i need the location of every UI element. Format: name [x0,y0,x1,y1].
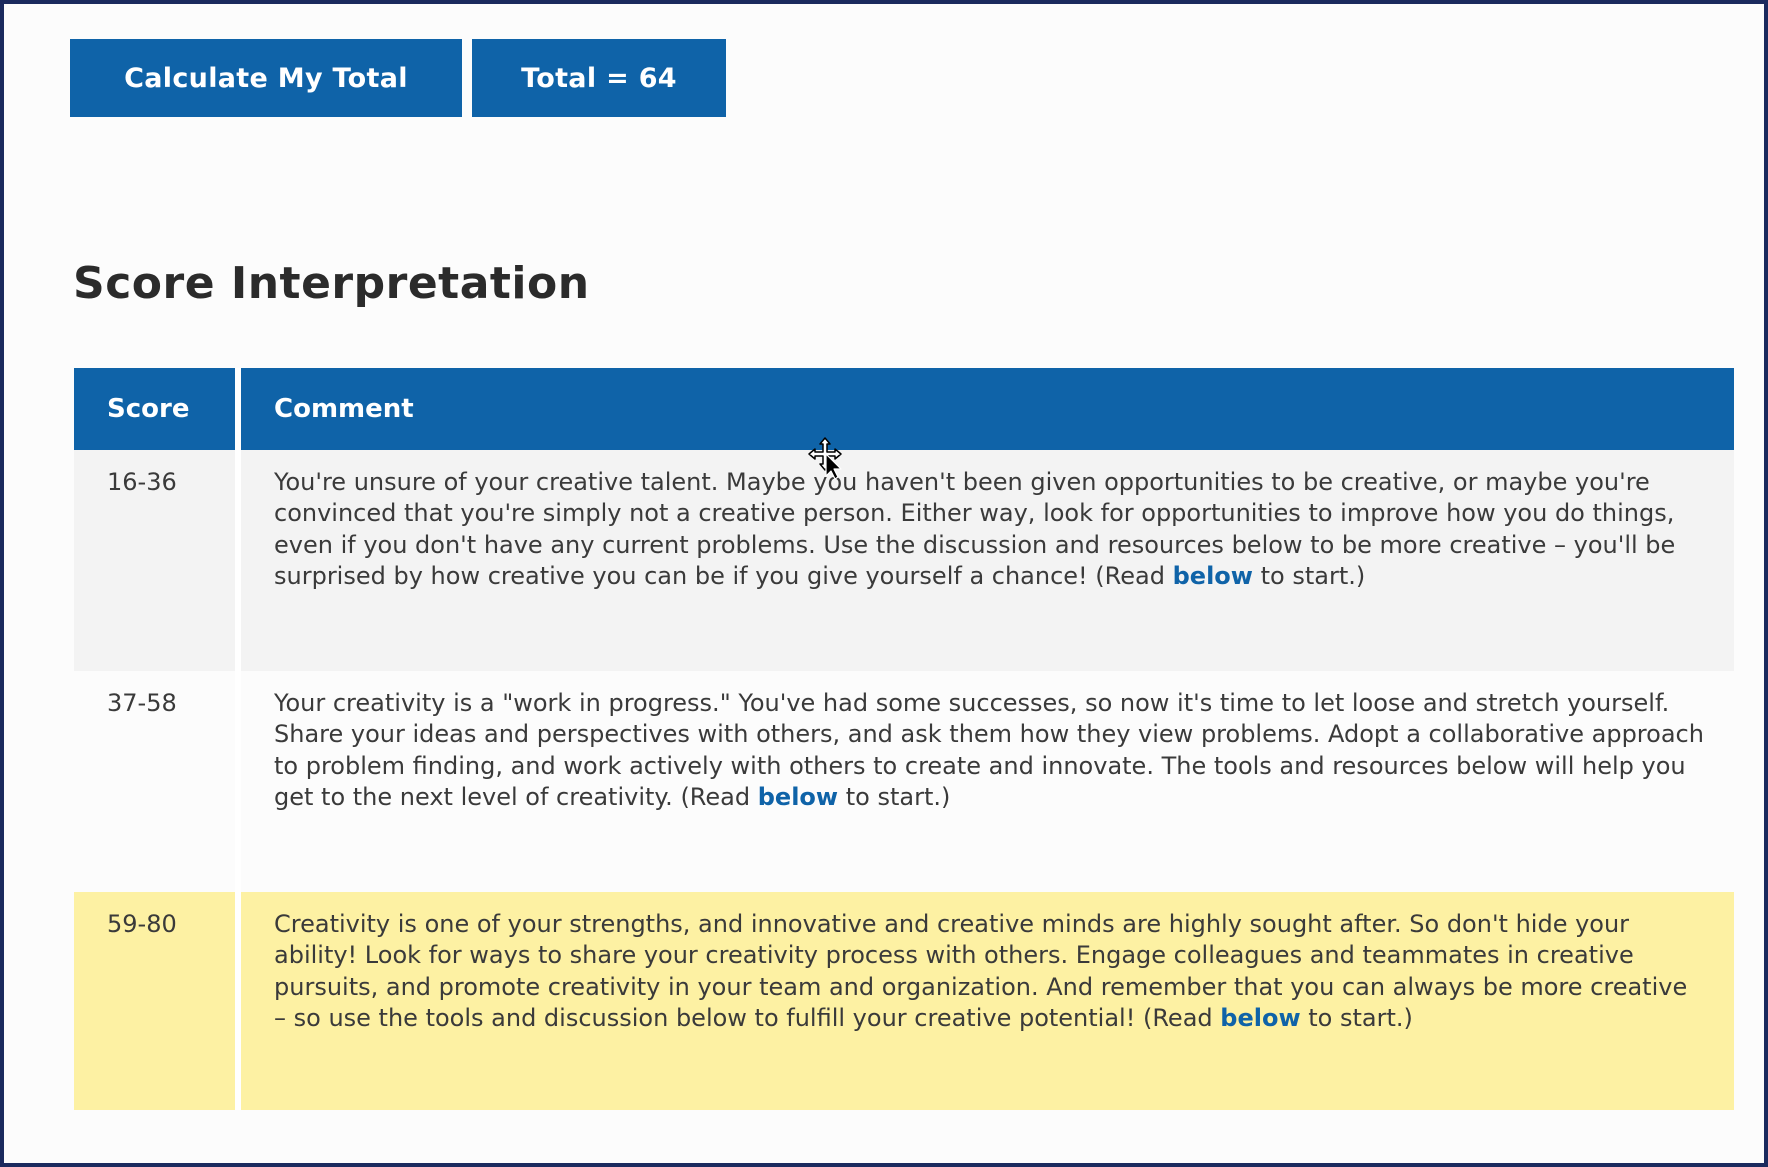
content-frame: Calculate My Total Total = 64 Score Inte… [0,0,1768,1167]
comment-text: Creativity is one of your strengths, and… [274,910,1688,1032]
comment-column-header: Comment [274,394,414,424]
score-table: Score Comment 16-36 You're unsure of you… [74,368,1734,1110]
comment-suffix: to start.) [1308,1003,1413,1032]
below-link[interactable]: below [1173,562,1253,590]
score-range: 59-80 [107,910,177,938]
score-range: 37-58 [107,689,177,717]
calculate-total-button[interactable]: Calculate My Total [70,39,462,117]
score-interpretation-heading: Score Interpretation [73,258,590,309]
below-link[interactable]: below [758,783,838,811]
comment-suffix: to start.) [845,782,951,811]
table-row: 16-36 You're unsure of your creative tal… [74,450,1734,671]
comment-cell: Your creativity is a "work in progress."… [241,671,1734,892]
table-row: 37-58 Your creativity is a "work in prog… [74,671,1734,892]
comment-text: You're unsure of your creative talent. M… [274,468,1676,590]
comment-cell: You're unsure of your creative talent. M… [241,450,1734,671]
comment-text: Your creativity is a "work in progress."… [274,689,1704,811]
below-link[interactable]: below [1220,1004,1300,1032]
total-display-button[interactable]: Total = 64 [472,39,726,117]
score-range: 16-36 [107,468,177,496]
comment-suffix: to start.) [1260,561,1366,590]
move-cursor-icon [808,437,842,480]
table-row-highlighted: 59-80 Creativity is one of your strength… [74,892,1734,1110]
table-header-row: Score Comment [74,368,1734,450]
comment-cell: Creativity is one of your strengths, and… [241,892,1734,1110]
score-column-header: Score [107,394,190,424]
